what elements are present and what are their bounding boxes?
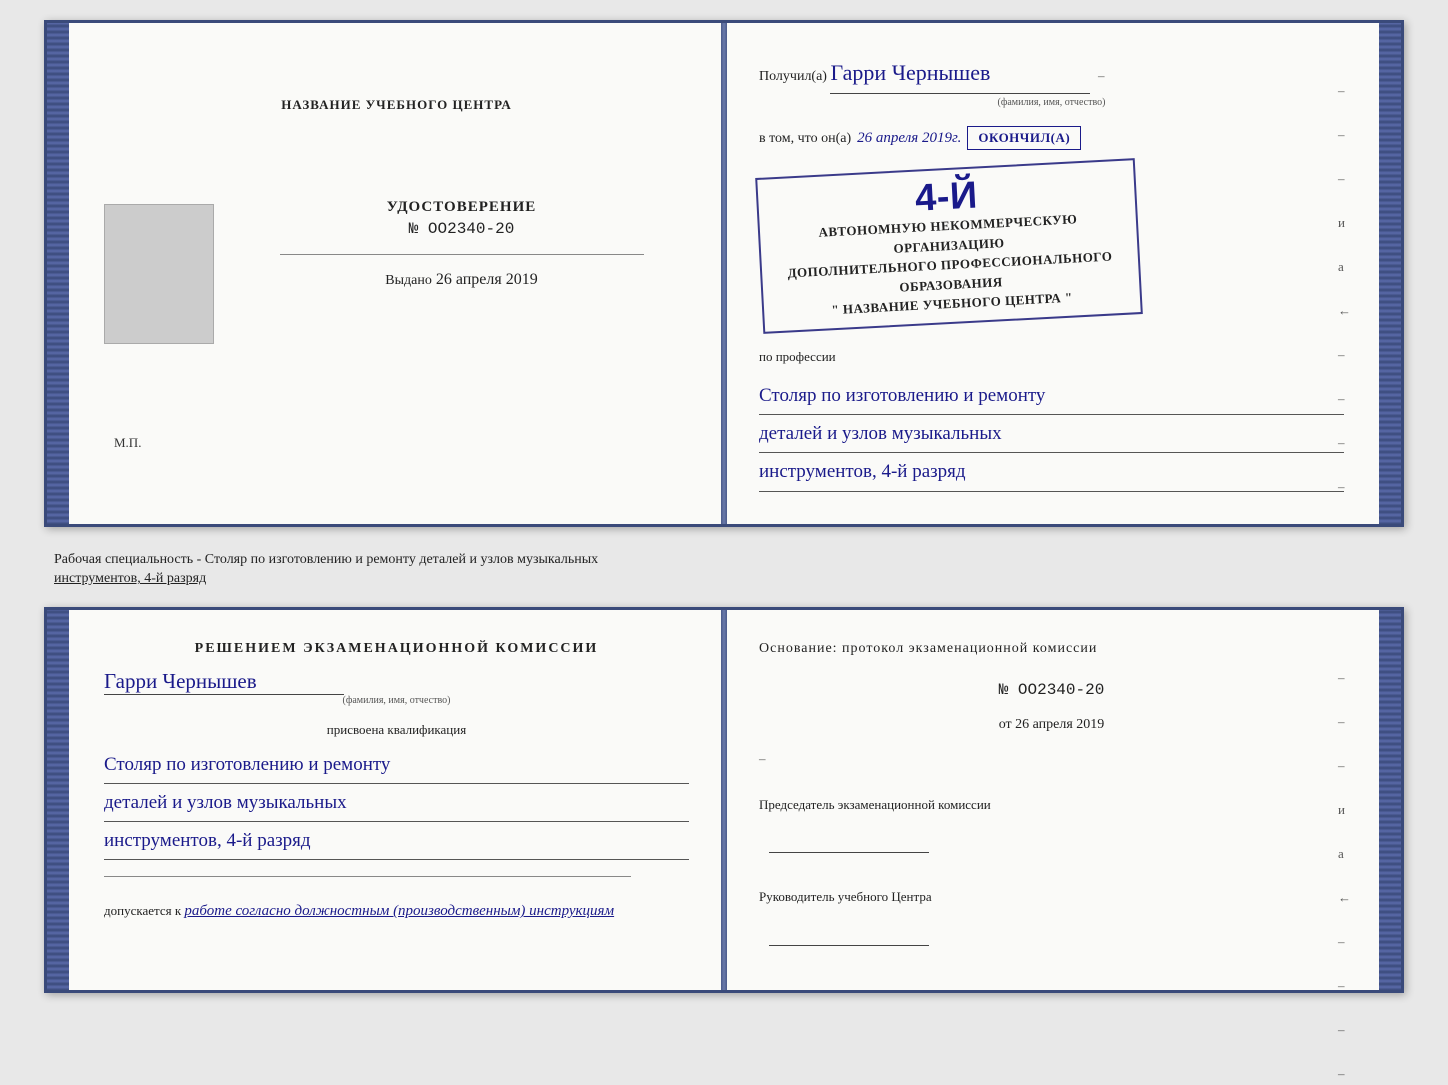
profession-block-bottom: Столяр по изготовлению и ремонту деталей… — [104, 748, 689, 863]
stamp-line3: " НАЗВАНИЕ УЧЕБНОГО ЦЕНТРА " — [831, 289, 1073, 317]
cert-title: УДОСТОВЕРЕНИЕ — [387, 199, 537, 216]
name-block-bottom: Гарри Чернышев (фамилия, имя, отчество) — [104, 669, 689, 706]
cert-title-block: УДОСТОВЕРЕНИЕ № OO2340-20 — [387, 199, 537, 238]
bottom-right-page: – – – и а ← – – – – Основание: протокол … — [724, 610, 1379, 990]
rukvoditel-signature-line — [769, 945, 929, 946]
stamp-line2: ДОПОЛНИТЕЛЬНОГО ПРОФЕССИОНАЛЬНОГО ОБРАЗО… — [787, 248, 1113, 294]
bottom-profession-line1: Столяр по изготовлению и ремонту — [104, 748, 689, 784]
chairman-label: Председатель экзаменационной комиссии — [759, 795, 1344, 815]
stamp-line1: АВТОНОМНУЮ НЕКОММЕРЧЕСКУЮ ОРГАНИЗАЦИЮ — [818, 211, 1078, 255]
name-handwritten-bottom: Гарри Чернышев — [104, 669, 344, 695]
description-text-2: инструментов, 4-й разряд — [54, 571, 206, 586]
stamp-block: 4-й АВТОНОМНУЮ НЕКОММЕРЧЕСКУЮ ОРГАНИЗАЦИ… — [755, 158, 1143, 333]
separator-line — [280, 254, 644, 255]
prisvoena-label: присвоена квалификация — [104, 722, 689, 738]
okonchil-label: окончил(а) — [967, 126, 1081, 150]
description-text: Рабочая специальность - Столяр по изгото… — [54, 552, 598, 567]
top-document-spread: НАЗВАНИЕ УЧЕБНОГО ЦЕНТРА УДОСТОВЕРЕНИЕ №… — [44, 20, 1404, 527]
left-center-block: УДОСТОВЕРЕНИЕ № OO2340-20 Выдано 26 апре… — [104, 199, 689, 344]
issued-label: Выдано — [385, 273, 432, 289]
ot-date: 26 апреля 2019 — [1015, 717, 1104, 732]
spine-right — [1379, 23, 1401, 524]
osnovanie-label: Основание: протокол экзаменационной коми… — [759, 638, 1344, 659]
separator-bottom — [104, 876, 631, 877]
spine-left — [47, 23, 69, 524]
chairman-signature-line — [769, 852, 929, 853]
fio-label-bottom: (фамилия, имя, отчество) — [104, 695, 689, 706]
issued-row: Выдано 26 апреля 2019 — [385, 271, 537, 289]
vtom-date: 26 апреля 2019г. — [857, 130, 961, 147]
recipient-name: Гарри Чернышев — [830, 53, 1090, 94]
bottom-profession-line3: инструментов, 4-й разряд — [104, 824, 689, 860]
bottom-right-dashes: – – – и а ← – – – – — [1338, 670, 1351, 1082]
dopuskaetsya-label: допускается к — [104, 903, 181, 918]
received-line: Получил(а) Гарри Чернышев – (фамилия, им… — [759, 53, 1344, 112]
dopusk-text: работе согласно должностным (производств… — [184, 903, 614, 919]
decision-title: Решением экзаменационной комиссии — [104, 638, 689, 659]
dopuskaetsya-line: допускается к работе согласно должностны… — [104, 899, 689, 925]
photo-placeholder — [104, 204, 214, 344]
right-dashes: – – – и а ← – – – – — [1338, 83, 1351, 495]
org-name-label: НАЗВАНИЕ УЧЕБНОГО ЦЕНТРА — [281, 96, 512, 114]
dash-right-bottom: – — [759, 751, 1344, 767]
mp-label: М.П. — [114, 435, 141, 451]
profession-line3: инструментов, 4-й разряд — [759, 455, 1344, 491]
top-left-page: НАЗВАНИЕ УЧЕБНОГО ЦЕНТРА УДОСТОВЕРЕНИЕ №… — [69, 23, 724, 524]
vtom-label: в том, что он(а) — [759, 131, 851, 147]
cert-main-block: УДОСТОВЕРЕНИЕ № OO2340-20 Выдано 26 апре… — [234, 199, 689, 289]
po-professii-label: по профессии — [759, 349, 1344, 365]
vtom-row: в том, что он(а) 26 апреля 2019г. окончи… — [759, 126, 1344, 150]
profession-line2: деталей и узлов музыкальных — [759, 417, 1344, 453]
poluchil-label: Получил(а) — [759, 69, 827, 84]
cert-number: № OO2340-20 — [387, 220, 537, 238]
stamp-line-container: 4-й АВТОНОМНУЮ НЕКОММЕРЧЕСКУЮ ОРГАНИЗАЦИ… — [770, 168, 1129, 322]
ot-date-block: от 26 апреля 2019 — [759, 717, 1344, 733]
top-right-page: – – – и а ← – – – – Получил(а) Гарри Чер… — [724, 23, 1379, 524]
issued-date: 26 апреля 2019 — [436, 271, 538, 289]
bottom-document-spread: Решением экзаменационной комиссии Гарри … — [44, 607, 1404, 993]
rukvoditel-label: Руководитель учебного Центра — [759, 887, 1344, 907]
bottom-spine-right — [1379, 610, 1401, 990]
ot-label: от — [999, 717, 1012, 732]
bottom-profession-line2: деталей и узлов музыкальных — [104, 786, 689, 822]
profession-line1: Столяр по изготовлению и ремонту — [759, 379, 1344, 415]
protocol-number: № OO2340-20 — [759, 681, 1344, 699]
bottom-spine-left — [47, 610, 69, 990]
dash-separator: – — [1098, 68, 1105, 83]
bottom-left-page: Решением экзаменационной комиссии Гарри … — [69, 610, 724, 990]
description-line: Рабочая специальность - Столяр по изгото… — [44, 545, 1404, 589]
fio-label-top: (фамилия, имя, отчество) — [759, 94, 1344, 112]
stamp-number: 4-й — [914, 176, 979, 217]
profession-block: Столяр по изготовлению и ремонту деталей… — [759, 379, 1344, 494]
